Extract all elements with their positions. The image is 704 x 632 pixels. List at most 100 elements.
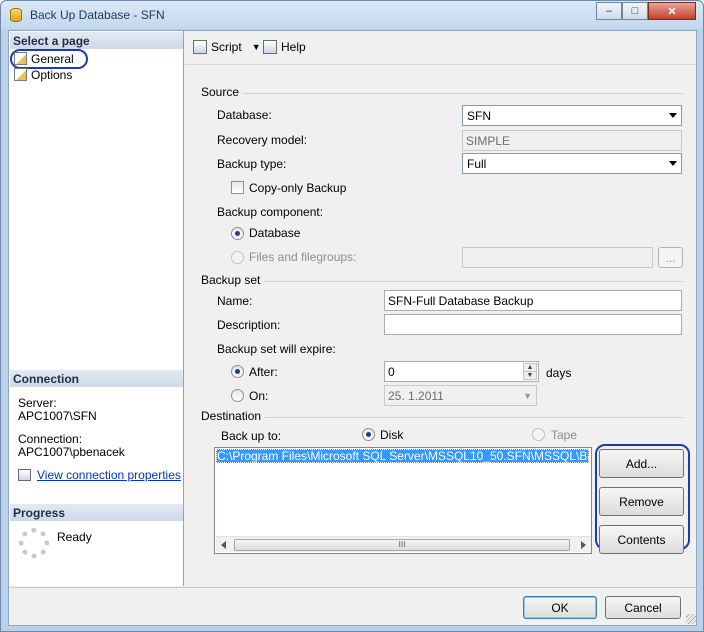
backup-type-label: Backup type:	[217, 157, 287, 171]
minimize-button[interactable]: –	[596, 2, 622, 20]
remove-button-label: Remove	[619, 494, 664, 509]
page-item-options[interactable]: Options	[14, 67, 72, 82]
page-item-label: General	[31, 51, 74, 66]
destination-group-label: Destination	[201, 409, 266, 423]
window-title: Back Up Database - SFN	[30, 8, 165, 22]
expire-days-input[interactable]: 0 ▲ ▼	[384, 361, 539, 382]
expire-days-value: 0	[388, 365, 395, 379]
browse-files-button[interactable]: ...	[658, 247, 683, 268]
right-pane: Script ▼ Help Source Database: SFN Recov…	[185, 31, 696, 586]
files-filegroups-radio[interactable]	[231, 251, 244, 264]
help-button[interactable]: Help	[263, 40, 306, 54]
expire-on-radio[interactable]	[231, 389, 244, 402]
destination-list[interactable]: C:\Program Files\Microsoft SQL Server\MS…	[214, 447, 592, 554]
source-group-label: Source	[201, 85, 244, 99]
tape-label[interactable]: Tape	[551, 428, 577, 442]
toolbar: Script ▼ Help	[185, 31, 696, 65]
spin-down-icon[interactable]: ▼	[523, 371, 537, 380]
recovery-model-label: Recovery model:	[217, 133, 308, 147]
expire-label: Backup set will expire:	[217, 342, 336, 356]
database-combo[interactable]: SFN	[462, 105, 682, 126]
description-label: Description:	[217, 318, 281, 332]
recovery-model-field: SIMPLE	[462, 130, 682, 151]
source-divider	[201, 93, 683, 94]
scroll-right-icon[interactable]	[581, 541, 586, 549]
disk-radio[interactable]	[362, 428, 375, 441]
dialog-footer: OK Cancel	[9, 587, 698, 626]
chevron-down-icon[interactable]: ▼	[252, 42, 261, 52]
backup-name-input[interactable]: SFN-Full Database Backup	[384, 290, 682, 311]
database-value: SFN	[467, 109, 491, 123]
progress-spinner-icon	[19, 528, 49, 558]
server-label: Server:	[18, 396, 57, 410]
left-pane: Select a page General Options Connection…	[9, 31, 184, 586]
script-label: Script	[211, 40, 242, 54]
ok-button-label: OK	[551, 600, 569, 615]
chevron-down-icon	[669, 161, 677, 166]
backup-type-combo[interactable]: Full	[462, 153, 682, 174]
select-page-header: Select a page	[10, 32, 183, 49]
name-label: Name:	[217, 294, 253, 308]
connection-label: Connection:	[18, 432, 83, 446]
connection-value: APC1007\pbenacek	[18, 445, 125, 459]
backup-set-group-label: Backup set	[201, 273, 265, 287]
server-value: APC1007\SFN	[18, 409, 97, 423]
tape-radio[interactable]	[532, 428, 545, 441]
expire-after-label[interactable]: After:	[249, 365, 278, 379]
page-icon	[14, 68, 27, 81]
page-item-label: Options	[31, 67, 73, 82]
expire-date-picker[interactable]: 25. 1.2011 ▼	[384, 385, 537, 406]
remove-button[interactable]: Remove	[599, 487, 684, 516]
maximize-button[interactable]: □	[622, 2, 648, 20]
expire-on-label[interactable]: On:	[249, 389, 268, 403]
progress-status: Ready	[57, 530, 92, 544]
add-button[interactable]: Add...	[599, 449, 684, 478]
expire-date-value: 25. 1.2011	[388, 389, 444, 403]
database-radio-label[interactable]: Database	[249, 226, 300, 240]
database-radio[interactable]	[231, 227, 244, 240]
database-icon	[10, 8, 22, 22]
view-connection-properties[interactable]: View connection properties	[18, 468, 181, 482]
cancel-button[interactable]: Cancel	[605, 596, 681, 619]
contents-button[interactable]: Contents	[599, 525, 684, 554]
script-icon	[193, 40, 207, 54]
copy-only-checkbox[interactable]	[231, 181, 244, 194]
horizontal-scrollbar[interactable]: III	[216, 536, 591, 552]
progress-header: Progress	[10, 504, 183, 521]
days-label: days	[546, 366, 572, 380]
chevron-down-icon	[669, 113, 677, 118]
help-label: Help	[281, 40, 306, 54]
close-button[interactable]: ✕	[648, 2, 696, 20]
scroll-left-icon[interactable]	[221, 541, 226, 549]
destination-divider	[201, 417, 683, 418]
dialog-client-area: Select a page General Options Connection…	[8, 30, 698, 626]
view-connection-link[interactable]: View connection properties	[37, 468, 181, 482]
backup-type-value: Full	[467, 157, 487, 171]
page-icon	[14, 52, 27, 65]
page-item-general[interactable]: General	[14, 51, 74, 66]
files-filegroups-label[interactable]: Files and filegroups:	[249, 250, 356, 264]
backup-set-divider	[201, 281, 683, 282]
list-item[interactable]: C:\Program Files\Microsoft SQL Server\MS…	[216, 449, 589, 463]
cancel-button-label: Cancel	[624, 600, 662, 615]
scroll-thumb[interactable]: III	[234, 539, 570, 551]
connection-header: Connection	[10, 370, 183, 387]
files-filegroups-field	[462, 247, 653, 268]
database-label: Database:	[217, 108, 272, 122]
backup-database-window: Back Up Database - SFN – □ ✕ Select a pa…	[0, 0, 704, 632]
expire-after-radio[interactable]	[231, 365, 244, 378]
add-button-label: Add...	[625, 456, 658, 471]
contents-button-label: Contents	[617, 532, 666, 547]
help-icon	[263, 40, 277, 54]
calendar-dropdown-icon[interactable]: ▼	[523, 391, 532, 401]
backup-component-label: Backup component:	[217, 205, 324, 219]
script-button[interactable]: Script ▼	[193, 40, 261, 54]
properties-icon	[18, 469, 31, 481]
title-bar[interactable]: Back Up Database - SFN – □ ✕	[1, 1, 703, 29]
description-input[interactable]	[384, 314, 682, 335]
resize-grip[interactable]	[686, 614, 696, 624]
ok-button[interactable]: OK	[523, 596, 597, 619]
disk-label[interactable]: Disk	[380, 428, 403, 442]
back-up-to-label: Back up to:	[221, 429, 282, 443]
copy-only-label[interactable]: Copy-only Backup	[249, 181, 346, 195]
